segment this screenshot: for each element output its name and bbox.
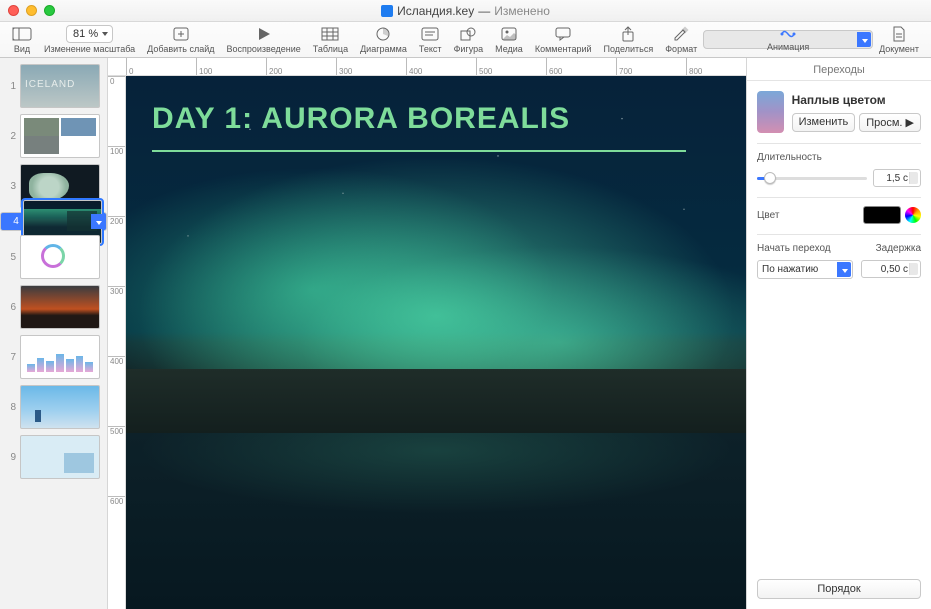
slide-thumb-9[interactable]: 9 <box>0 433 107 481</box>
slide-thumb-5[interactable]: 5 <box>0 233 107 281</box>
text-button[interactable]: Текст <box>413 25 448 54</box>
animate-button[interactable]: Анимация <box>703 30 873 49</box>
toolbar: Вид 81 % Изменение масштаба Добавить сла… <box>0 22 931 58</box>
build-order-button[interactable]: Порядок <box>757 579 921 599</box>
media-button[interactable]: Медиа <box>489 25 529 54</box>
duration-slider[interactable] <box>757 177 867 180</box>
document-button[interactable]: Документ <box>873 25 925 54</box>
maximize-button[interactable] <box>44 5 55 16</box>
change-transition-button[interactable]: Изменить <box>792 113 856 132</box>
slide-thumb-1[interactable]: 1 ICELAND <box>0 62 107 110</box>
play-button[interactable]: Воспроизведение <box>220 25 306 54</box>
window-controls <box>8 5 55 16</box>
slide-title-text[interactable]: DAY 1: AURORA BOREALIS <box>152 102 570 136</box>
vertical-ruler: 0 100 200 300 400 500 600 <box>108 76 126 609</box>
close-button[interactable] <box>8 5 19 16</box>
preview-transition-button[interactable]: Просм. ▶ <box>859 113 921 132</box>
duration-label: Длительность <box>757 152 921 163</box>
delay-stepper[interactable]: 0,50 с <box>861 260 921 278</box>
table-button[interactable]: Таблица <box>307 25 354 54</box>
slide-thumb-8[interactable]: 8 <box>0 383 107 431</box>
format-button[interactable]: Формат <box>659 25 703 54</box>
titlebar: Исландия.key — Изменено <box>0 0 931 22</box>
file-status: Изменено <box>494 4 550 18</box>
delay-label: Задержка <box>861 243 921 254</box>
transition-swatch[interactable] <box>757 91 784 133</box>
comment-button[interactable]: Комментарий <box>529 25 598 54</box>
slide-background-stars <box>126 76 746 609</box>
canvas-area: 0 100 200 300 400 500 600 700 800 0 100 … <box>108 58 746 609</box>
share-button[interactable]: Поделиться <box>598 25 660 54</box>
file-name: Исландия.key <box>397 4 474 18</box>
color-label: Цвет <box>757 210 779 221</box>
color-picker-icon[interactable] <box>905 207 921 223</box>
zoom-select[interactable]: 81 % Изменение масштаба <box>38 25 141 54</box>
slide-navigator[interactable]: 1 ICELAND 2 3 4 5 6 7 8 <box>0 58 108 609</box>
slide-thumb-2[interactable]: 2 <box>0 112 107 160</box>
shape-button[interactable]: Фигура <box>448 25 490 54</box>
inspector-panel: Переходы Наплыв цветом Изменить Просм. ▶… <box>746 58 931 609</box>
horizontal-ruler: 0 100 200 300 400 500 600 700 800 <box>108 58 746 76</box>
slide-thumb-6[interactable]: 6 <box>0 283 107 331</box>
add-slide-button[interactable]: Добавить слайд <box>141 25 220 54</box>
slide-thumb-7[interactable]: 7 <box>0 333 107 381</box>
keynote-icon <box>381 5 393 17</box>
main: 1 ICELAND 2 3 4 5 6 7 8 <box>0 58 931 609</box>
slide-thumb-4[interactable]: 4 <box>0 212 107 231</box>
view-button[interactable]: Вид <box>6 25 38 54</box>
slide-canvas[interactable]: DAY 1: AURORA BOREALIS <box>126 76 746 609</box>
slide-divider-line <box>152 150 686 152</box>
window-title: Исландия.key — Изменено <box>0 4 931 18</box>
start-label: Начать переход <box>757 243 853 254</box>
chart-button[interactable]: Диаграмма <box>354 25 413 54</box>
duration-stepper[interactable]: 1,5 с <box>873 169 921 187</box>
inspector-header: Переходы <box>747 58 931 81</box>
transition-name: Наплыв цветом <box>792 93 921 107</box>
color-well[interactable] <box>863 206 901 224</box>
start-transition-select[interactable]: По нажатию <box>757 260 853 279</box>
minimize-button[interactable] <box>26 5 37 16</box>
